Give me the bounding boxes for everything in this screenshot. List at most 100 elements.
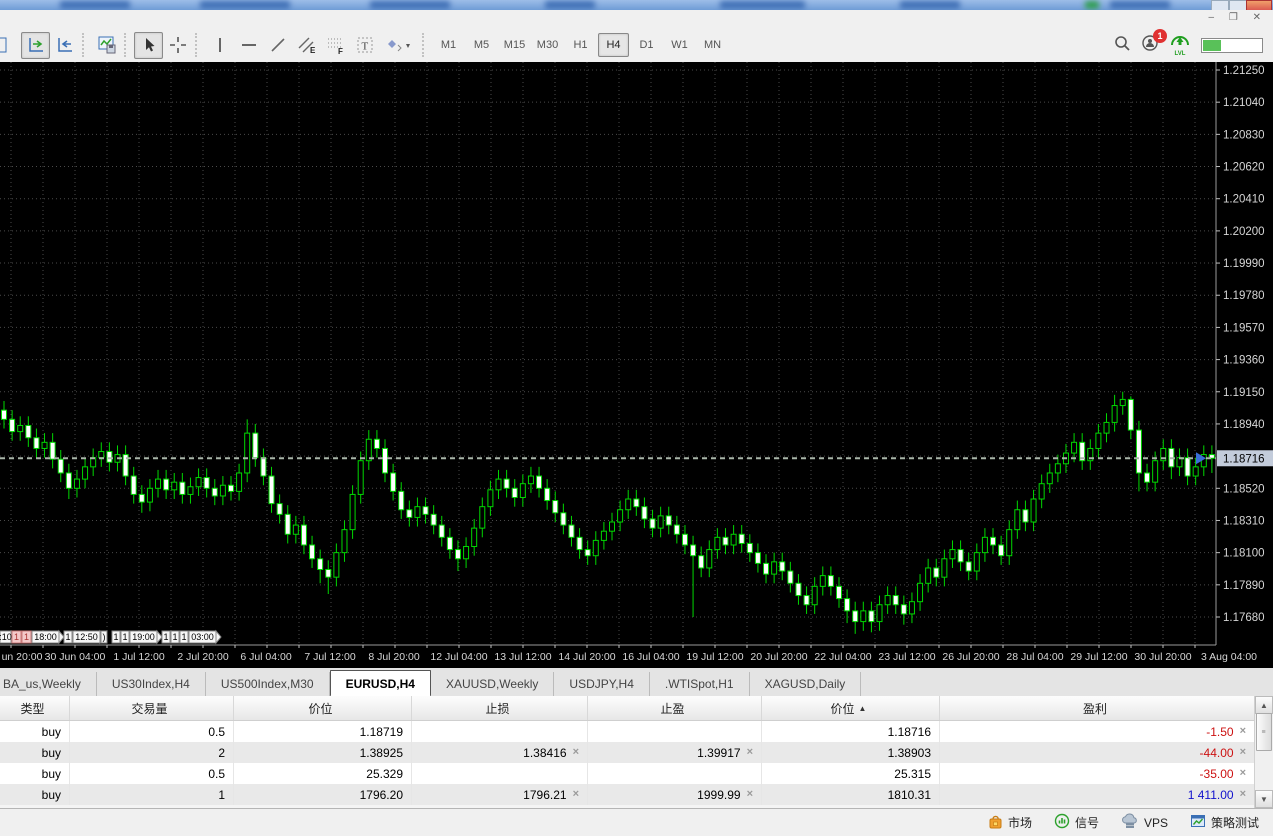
scroll-down-button[interactable]: ▼ bbox=[1255, 790, 1273, 808]
order-type: buy bbox=[0, 784, 70, 805]
close-position-button[interactable]: × bbox=[573, 747, 579, 758]
candlestick-chart[interactable]: 1.21250 1.21040 1.20830 1.20620 1.20410 1.202… bbox=[0, 62, 1273, 668]
chart-tab-usdjpy-h4[interactable]: USDJPY,H4 bbox=[554, 672, 650, 696]
arrows-dropdown-button[interactable] bbox=[379, 32, 419, 59]
statusbar-item-market[interactable]: 市场 bbox=[987, 813, 1032, 832]
timeframe-button-m15[interactable]: M15 bbox=[499, 33, 530, 57]
timeframe-button-h1[interactable]: H1 bbox=[565, 33, 596, 57]
stop-loss bbox=[412, 763, 588, 784]
statusbar-item-vps[interactable]: VPS bbox=[1121, 813, 1168, 832]
open-price: 25.329 bbox=[234, 763, 412, 784]
trade-tag-label: 1 bbox=[163, 632, 168, 642]
timeframe-button-w1[interactable]: W1 bbox=[664, 33, 695, 57]
timeframe-button-d1[interactable]: D1 bbox=[631, 33, 662, 57]
candle-bull bbox=[925, 567, 932, 584]
statusbar-item-tester[interactable]: 策略测试 bbox=[1190, 813, 1259, 832]
horizontal-line-button[interactable] bbox=[234, 32, 263, 59]
take-profit: 1.39917 × bbox=[588, 742, 762, 763]
mdi-window-controls[interactable]: – ❐ ✕ bbox=[1209, 12, 1267, 23]
equidistant-channel-button[interactable]: E bbox=[292, 32, 321, 59]
chart-tab-us30index-h4[interactable]: US30Index,H4 bbox=[97, 672, 206, 696]
candle-bear bbox=[284, 513, 291, 535]
scroll-up-button[interactable]: ▲ bbox=[1255, 696, 1273, 714]
close-position-button[interactable]: × bbox=[573, 789, 579, 800]
chart-shift-button[interactable] bbox=[50, 32, 79, 59]
window-minimize-button[interactable] bbox=[1211, 0, 1229, 10]
candle-bear bbox=[227, 484, 234, 492]
candle-bear bbox=[763, 562, 770, 575]
time-axis-label: un 20:00 bbox=[2, 651, 43, 663]
close-position-button[interactable]: × bbox=[1240, 726, 1246, 737]
column-header-0[interactable]: 类型 bbox=[0, 696, 70, 720]
candle-bull bbox=[98, 451, 105, 459]
close-position-button[interactable]: × bbox=[1240, 747, 1246, 758]
price-axis-label: 1.18100 bbox=[1223, 548, 1265, 560]
take-profit: 1999.99 × bbox=[588, 784, 762, 805]
level-slider[interactable] bbox=[1201, 37, 1263, 53]
table-scrollbar[interactable]: ▲ ≡ ▼ bbox=[1254, 696, 1273, 808]
trade-tag-label: 19:00 bbox=[132, 632, 155, 642]
close-position-button[interactable]: × bbox=[1240, 789, 1246, 800]
candle-bear bbox=[779, 561, 786, 572]
candle-bull bbox=[884, 595, 891, 606]
close-position-button[interactable]: × bbox=[747, 789, 753, 800]
chart-canvas[interactable]: 1.21250 1.21040 1.20830 1.20620 1.20410 1.202… bbox=[0, 62, 1273, 668]
candle-bull bbox=[73, 478, 80, 489]
fibonacci-button[interactable]: F bbox=[321, 32, 350, 59]
close-position-button[interactable]: × bbox=[1240, 768, 1246, 779]
candle-bear bbox=[57, 458, 64, 474]
timeframe-button-m30[interactable]: M30 bbox=[532, 33, 563, 57]
timeframe-button-m5[interactable]: M5 bbox=[466, 33, 497, 57]
trade-row[interactable]: buy 2 1.38925 1.38416 × 1.39917 × 1.38903 -44.00… bbox=[0, 742, 1255, 763]
profit: 1 411.00 × bbox=[940, 784, 1255, 805]
statusbar-item-signal[interactable]: 信号 bbox=[1054, 813, 1099, 832]
window-maximize-button[interactable] bbox=[1229, 0, 1247, 10]
candle-bear bbox=[998, 544, 1005, 557]
profit: -1.50 × bbox=[940, 721, 1255, 742]
candle-bull bbox=[41, 441, 48, 449]
chart-tab--wtispot-h1[interactable]: .WTISpot,H1 bbox=[650, 672, 750, 696]
trade-row[interactable]: buy 0.5 25.329 25.315 -35.00 × bbox=[0, 763, 1255, 784]
lvl-icon[interactable]: LVL bbox=[1169, 34, 1191, 57]
candle-bear bbox=[252, 432, 259, 459]
close-position-button[interactable]: × bbox=[747, 747, 753, 758]
templates-save-button[interactable] bbox=[92, 32, 121, 59]
column-header-5[interactable]: 价位 ▲ bbox=[762, 696, 940, 720]
timeframe-button-h4[interactable]: H4 bbox=[598, 33, 629, 57]
column-header-2[interactable]: 价位 bbox=[234, 696, 412, 720]
column-header-6[interactable]: 盈利 bbox=[940, 696, 1255, 720]
candle-bull bbox=[292, 524, 299, 535]
cursor-button[interactable] bbox=[134, 31, 163, 59]
candle-bull bbox=[1111, 405, 1118, 423]
time-axis-label: 6 Jul 04:00 bbox=[240, 651, 292, 663]
auto-scroll-button[interactable] bbox=[21, 31, 50, 59]
column-header-3[interactable]: 止损 bbox=[412, 696, 588, 720]
chart-tab-xagusd-daily[interactable]: XAGUSD,Daily bbox=[750, 672, 862, 696]
crosshair-button[interactable] bbox=[163, 32, 192, 59]
scroll-thumb[interactable]: ≡ bbox=[1256, 713, 1272, 751]
column-header-4[interactable]: 止盈 bbox=[588, 696, 762, 720]
candle-bull bbox=[519, 483, 526, 498]
trend-line-button[interactable] bbox=[263, 32, 292, 59]
tile-windows-icon[interactable] bbox=[0, 32, 13, 59]
candle-bear bbox=[690, 544, 697, 557]
notification-icon[interactable]: 1 bbox=[1141, 28, 1167, 57]
stop-loss: 1.38416 × bbox=[412, 742, 588, 763]
chart-tab-eurusd-h4[interactable]: EURUSD,H4 bbox=[329, 670, 431, 696]
time-axis-label: 3 Aug 04:00 bbox=[1201, 651, 1257, 663]
timeframe-button-mn[interactable]: MN bbox=[697, 33, 728, 57]
vertical-line-button[interactable] bbox=[205, 32, 234, 59]
chart-tab-us500index-m30[interactable]: US500Index,M30 bbox=[206, 672, 330, 696]
column-header-1[interactable]: 交易量 bbox=[70, 696, 234, 720]
window-close-button[interactable] bbox=[1246, 0, 1272, 10]
chart-tab-ba-us-weekly[interactable]: BA_us,Weekly bbox=[0, 672, 97, 696]
chart-tab-xauusd-weekly[interactable]: XAUUSD,Weekly bbox=[431, 672, 555, 696]
trade-row[interactable]: buy 1 1796.20 1796.21 × 1999.99 × 1810.31 1 411.… bbox=[0, 784, 1255, 805]
timeframe-button-m1[interactable]: M1 bbox=[433, 33, 464, 57]
trade-row[interactable]: buy 0.5 1.18719 1.18716 -1.50 × bbox=[0, 721, 1255, 742]
candle-bear bbox=[325, 569, 332, 578]
candle-bull bbox=[171, 481, 178, 491]
search-icon[interactable] bbox=[1113, 34, 1131, 57]
text-label-button[interactable]: T bbox=[350, 32, 379, 59]
candle-bear bbox=[268, 475, 275, 505]
